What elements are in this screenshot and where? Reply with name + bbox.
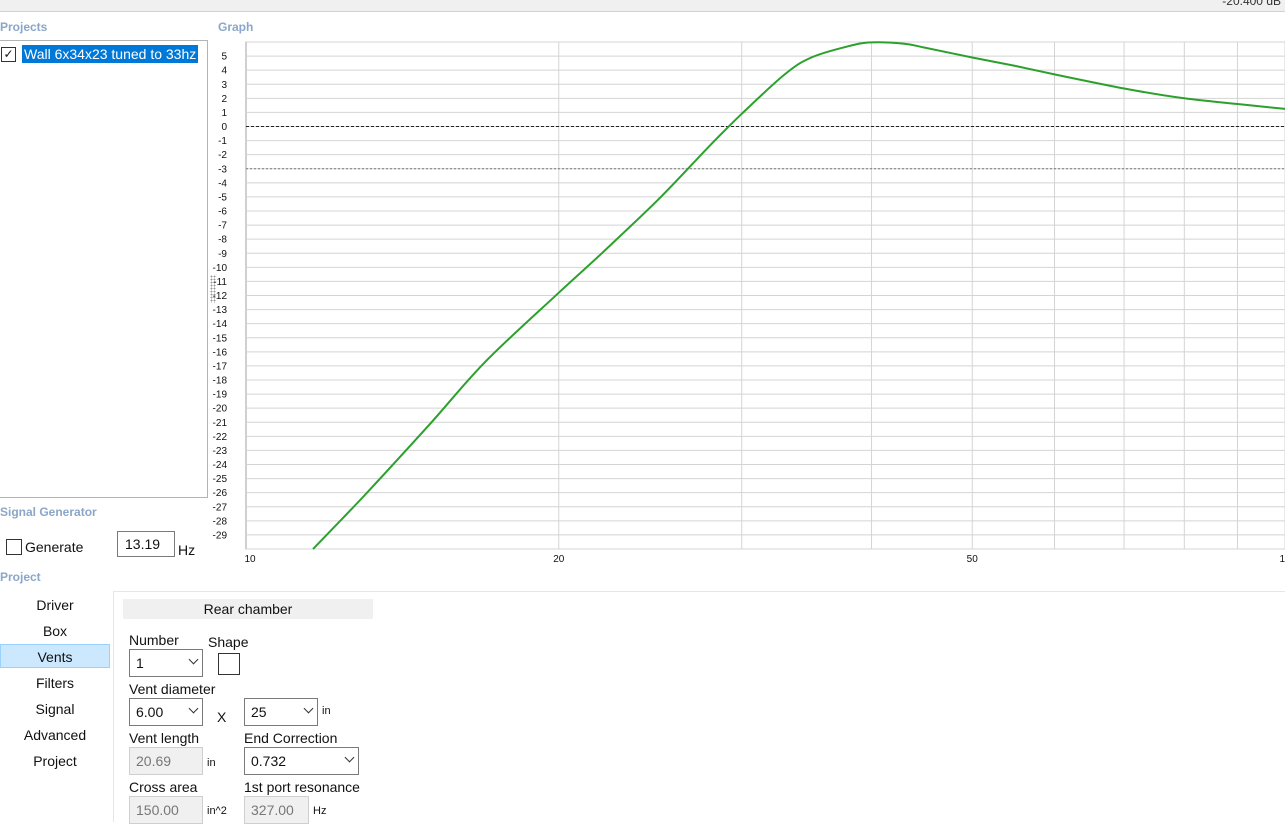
y-tick-label: -12 xyxy=(213,291,228,302)
x-tick-label: 20 xyxy=(553,554,565,565)
y-tick-label: -24 xyxy=(213,460,228,471)
y-tick-label: -7 xyxy=(218,221,227,232)
vent-diameter-value: 6.00 xyxy=(136,704,164,720)
nav-box[interactable]: Box xyxy=(0,619,110,643)
vent-second-dimension-select[interactable]: 25 xyxy=(244,698,318,726)
y-tick-label: -11 xyxy=(213,277,227,288)
y-tick-label: -18 xyxy=(213,376,228,387)
y-tick-label: 4 xyxy=(221,66,227,77)
y-tick-label: -10 xyxy=(213,263,228,274)
nav-project[interactable]: Project xyxy=(0,749,110,773)
dimension-x-label: X xyxy=(217,709,227,725)
end-correction-select[interactable]: 0.732 xyxy=(244,747,359,775)
y-tick-label: 0 xyxy=(221,122,227,133)
x-tick-label: 10 xyxy=(244,554,256,565)
port-resonance-field[interactable]: 327.00 xyxy=(244,796,309,824)
port-resonance-unit: Hz xyxy=(313,805,327,817)
y-tick-label: -3 xyxy=(218,164,227,175)
y-tick-label: 3 xyxy=(221,80,227,91)
y-tick-label: -17 xyxy=(213,361,228,372)
y-tick-label: -2 xyxy=(218,150,227,161)
end-correction-label: End Correction xyxy=(244,730,338,746)
y-tick-label: 1 xyxy=(221,108,227,119)
y-tick-label: -8 xyxy=(218,235,227,246)
y-tick-label: -16 xyxy=(213,347,228,358)
end-correction-value: 0.732 xyxy=(251,753,287,769)
rear-chamber-header: Rear chamber xyxy=(123,599,373,619)
y-tick-label: -15 xyxy=(213,333,228,344)
generator-frequency-input[interactable]: 13.19 xyxy=(117,531,175,557)
chevron-down-icon xyxy=(188,703,199,714)
vent-diameter-label: Vent diameter xyxy=(129,681,216,697)
nav-driver[interactable]: Driver xyxy=(0,593,110,617)
y-tick-label: -20 xyxy=(213,404,228,415)
shape-toggle[interactable] xyxy=(218,653,240,675)
y-tick-label: -27 xyxy=(213,502,228,513)
cross-area-field[interactable]: 150.00 xyxy=(129,796,203,824)
number-select[interactable]: 1 xyxy=(129,649,203,677)
shape-label: Shape xyxy=(208,634,249,650)
y-tick-label: -28 xyxy=(213,516,228,527)
nav-advanced[interactable]: Advanced xyxy=(0,723,110,747)
generate-checkbox[interactable] xyxy=(6,539,22,555)
vent-diameter-select[interactable]: 6.00 xyxy=(129,698,203,726)
port-resonance-label: 1st port resonance xyxy=(244,779,360,795)
nav-filters[interactable]: Filters xyxy=(0,671,110,695)
generator-frequency-unit: Hz xyxy=(178,542,196,558)
y-tick-label: -9 xyxy=(218,249,227,260)
chevron-down-icon xyxy=(303,703,314,714)
y-tick-label: -6 xyxy=(218,207,227,218)
y-tick-label: -1 xyxy=(218,136,227,147)
frequency-response-graph: 543210-1-2-3-4-5-6-7-8-9-10-11-12-13-14-… xyxy=(213,41,1285,565)
y-tick-label: -13 xyxy=(213,305,228,316)
number-select-value: 1 xyxy=(136,655,144,671)
vent-length-field[interactable]: 20.69 xyxy=(129,747,203,775)
x-tick-label: 10 xyxy=(1279,554,1285,565)
nav-signal[interactable]: Signal xyxy=(0,697,110,721)
y-tick-label: -19 xyxy=(213,390,228,401)
y-tick-label: 5 xyxy=(221,52,227,63)
y-tick-label: 2 xyxy=(221,94,227,105)
nav-vents[interactable]: Vents xyxy=(0,644,110,668)
y-tick-label: -14 xyxy=(213,319,228,330)
chevron-down-icon xyxy=(344,752,355,763)
cross-area-label: Cross area xyxy=(129,779,198,795)
x-tick-label: 50 xyxy=(967,554,979,565)
number-label: Number xyxy=(129,632,179,648)
vent-second-dimension-value: 25 xyxy=(251,704,267,720)
project-section-title: Project xyxy=(0,570,41,584)
cross-area-unit: in^2 xyxy=(207,805,227,817)
y-tick-label: -22 xyxy=(213,432,228,443)
vent-length-unit: in xyxy=(207,757,216,769)
y-tick-label: -25 xyxy=(213,474,228,485)
y-tick-label: -4 xyxy=(218,178,227,189)
chevron-down-icon xyxy=(188,654,199,665)
vent-length-label: Vent length xyxy=(129,730,200,746)
y-tick-label: -23 xyxy=(213,446,228,457)
vent-diameter-unit: in xyxy=(322,705,331,717)
y-tick-label: -5 xyxy=(218,192,227,203)
generate-label: Generate xyxy=(25,539,84,555)
y-tick-label: -21 xyxy=(213,418,228,429)
y-tick-label: -29 xyxy=(213,530,228,541)
y-tick-label: -26 xyxy=(213,488,228,499)
